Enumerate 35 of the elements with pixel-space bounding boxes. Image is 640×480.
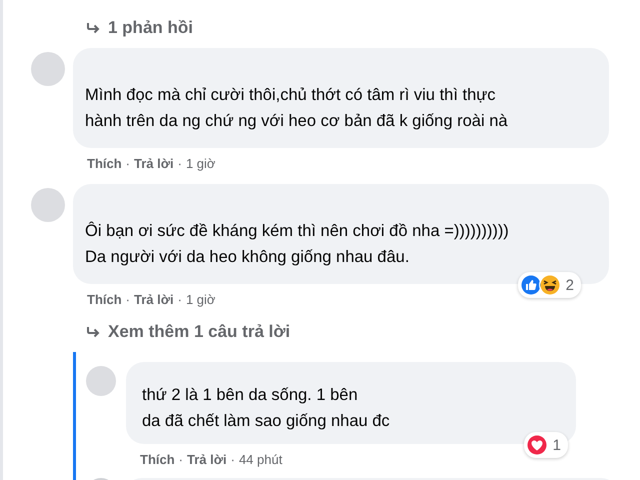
reply-arrow-icon: [86, 326, 100, 338]
action-link[interactable]: Trả lời: [134, 292, 174, 306]
timestamp: 1 giờ: [186, 292, 216, 306]
comment-text: Ôi bạn ơi sức đề kháng kém thì nên chơi đồ nha =)))))))))): [85, 220, 510, 242]
reply-arrow-icon: [86, 22, 100, 34]
separator-dot: ·: [178, 452, 184, 466]
reaction-count: 2: [566, 276, 575, 294]
separator-dot: ·: [230, 452, 235, 466]
action-link[interactable]: Trả lời: [134, 156, 174, 170]
action-link[interactable]: Thích: [87, 292, 122, 306]
action-link[interactable]: Thích: [87, 156, 122, 170]
avatar[interactable]: [86, 366, 116, 396]
separator-dot: ·: [126, 156, 130, 170]
heart-icon: [526, 434, 548, 456]
action-link[interactable]: Thích: [140, 452, 175, 466]
reaction-count: 1: [552, 436, 562, 454]
comment-text: Da người với da heo không giống nhau đâu.: [85, 247, 410, 268]
avatar[interactable]: [31, 52, 65, 86]
view-replies-link[interactable]: 1 phản hồi: [86, 18, 640, 38]
thumbs-up-icon: [520, 274, 542, 296]
comment-text: Mình đọc mà chỉ cười thôi,chủ thớt có tâm rì viu thì thực: [85, 85, 497, 106]
reaction-badge[interactable]: 1: [524, 432, 568, 458]
separator-dot: ·: [178, 156, 182, 170]
avatar[interactable]: [31, 188, 65, 222]
separator-dot: ·: [126, 292, 130, 306]
laughing-face-icon: [538, 274, 561, 296]
timestamp: 44 phút: [238, 452, 282, 466]
comment-text: hành trên da ng chứ ng với heo cơ bản đã k giống roài nà: [85, 111, 509, 132]
view-more-replies-link[interactable]: Xem thêm 1 câu trả lời: [86, 322, 640, 342]
separator-dot: ·: [178, 292, 182, 306]
comment-text: da đã chết làm sao giống nhau đc: [142, 411, 391, 432]
action-link[interactable]: Trả lời: [187, 452, 227, 466]
comment-text: thứ 2 là 1 bên da sống. 1 bên: [142, 385, 359, 406]
reaction-badge[interactable]: 2: [518, 272, 581, 298]
timestamp: 1 giờ: [186, 156, 216, 170]
